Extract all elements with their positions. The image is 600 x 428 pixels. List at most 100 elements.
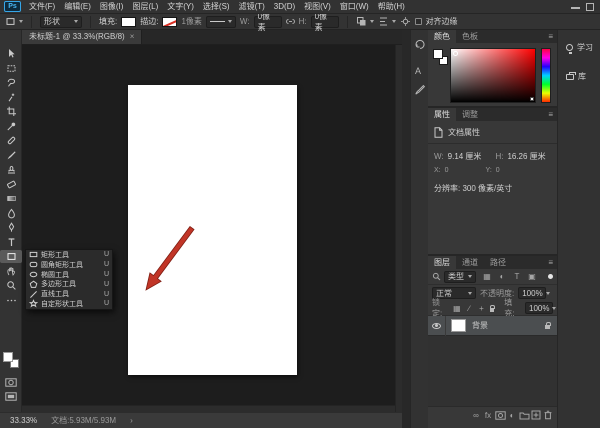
lock-transparency-icon[interactable]: ▦ [453,302,461,314]
layer-name[interactable]: 背景 [472,320,488,331]
tool-brush[interactable] [0,149,22,162]
tool-mode-select[interactable]: 形状 [40,16,82,28]
filter-type-select[interactable]: 类型 [444,271,476,283]
tool-marquee[interactable] [0,62,22,75]
menu-3d[interactable]: 3D(D) [273,2,296,11]
photoshop-logo-icon[interactable]: Ps [4,1,21,12]
shape-height-input[interactable]: 0像素 [311,16,339,28]
restore-window-icon[interactable] [586,3,594,11]
tab-layers[interactable]: 图层 [428,256,456,269]
path-operations-button[interactable] [356,16,374,27]
tool-hand[interactable] [0,265,22,278]
tool-type[interactable] [0,236,22,249]
color-swatch-widget[interactable] [3,352,21,370]
adjustment-layer-icon[interactable]: ◐ [506,409,518,421]
link-dimensions-icon[interactable] [286,17,295,26]
tab-paths[interactable]: 路径 [484,256,512,269]
tool-preset-picker[interactable] [5,16,23,27]
layer-thumbnail[interactable] [451,319,466,332]
tool-quick-selection[interactable] [0,91,22,104]
doc-width-value[interactable]: 9.14 厘米 [448,151,482,162]
close-icon[interactable]: × [130,32,135,41]
layer-row-background[interactable]: 背景 [428,316,557,336]
brushes-panel-icon[interactable] [414,84,426,96]
fill-input[interactable]: 100% [525,302,553,314]
saturation-brightness-field[interactable] [450,48,536,103]
tool-pen[interactable] [0,221,22,234]
zoom-level[interactable]: 33.33% [10,416,37,425]
path-alignment-button[interactable] [378,16,396,27]
filter-adjustment-layers-icon[interactable]: ◐ [496,271,508,283]
menu-edit[interactable]: 编辑(E) [63,1,92,12]
tool-zoom[interactable] [0,279,22,292]
minimize-window-icon[interactable] [571,7,580,9]
menu-view[interactable]: 视图(V) [303,1,332,12]
learn-panel-button[interactable]: 学习 [558,30,600,53]
menu-image[interactable]: 图像(I) [99,1,125,12]
fill-color-swatch[interactable] [121,17,136,27]
vertical-scrollbar[interactable] [395,45,402,412]
tool-edit-toolbar[interactable] [0,294,22,307]
tab-channels[interactable]: 通道 [456,256,484,269]
tab-properties[interactable]: 属性 [428,108,456,121]
screen-mode-button[interactable] [5,392,17,401]
tool-move[interactable] [0,47,22,60]
stroke-color-swatch[interactable] [162,17,177,27]
tool-shape-active[interactable] [0,250,22,263]
menu-file[interactable]: 文件(F) [28,1,56,12]
horizontal-scrollbar[interactable] [22,405,395,412]
flyout-item-custom-shape-tool[interactable]: 自定形状工具 U [26,299,112,309]
lock-all-icon[interactable] [490,308,495,312]
tool-clone-stamp[interactable] [0,163,22,176]
tool-eyedropper[interactable] [0,120,22,133]
filter-type-layers-icon[interactable]: T [511,271,523,283]
tab-swatches[interactable]: 色板 [456,30,484,43]
tool-gradient[interactable] [0,192,22,205]
flyout-item-polygon-tool[interactable]: 多边形工具 U [26,279,112,289]
panel-menu-icon[interactable]: ≡ [544,30,557,43]
panel-menu-icon[interactable]: ≡ [544,256,557,269]
lock-position-icon[interactable]: + [477,302,485,314]
opacity-input[interactable]: 100% [518,287,546,299]
visibility-toggle[interactable] [428,316,446,336]
lock-pixels-icon[interactable]: ∕ [465,302,473,314]
stroke-width-value[interactable]: 1像素 [181,16,201,27]
filter-pixel-layers-icon[interactable]: ▦ [481,271,493,283]
path-arrangement-button[interactable] [400,16,411,27]
add-layer-mask-icon[interactable] [494,409,506,421]
menu-select[interactable]: 选择(S) [202,1,231,12]
filter-toggle-icon[interactable] [548,274,553,279]
delete-layer-icon[interactable] [542,409,554,421]
doc-height-value[interactable]: 16.26 厘米 [507,151,545,162]
tool-blur[interactable] [0,207,22,220]
tab-adjustments[interactable]: 调整 [456,108,484,121]
tool-lasso[interactable] [0,76,22,89]
foreground-color-swatch[interactable] [3,352,13,362]
tool-spot-healing[interactable] [0,134,22,147]
align-edges-checkbox[interactable] [415,18,422,25]
stroke-style-select[interactable] [206,16,236,28]
flyout-item-ellipse-tool[interactable]: 椭圆工具 U [26,270,112,280]
status-chevron-icon[interactable]: › [130,416,133,425]
menu-type[interactable]: 文字(Y) [166,1,195,12]
new-layer-icon[interactable] [530,409,542,421]
tool-crop[interactable] [0,105,22,118]
document-tab[interactable]: 未标题-1 @ 33.3%(RGB/8) × [22,29,142,44]
hue-slider[interactable] [541,48,551,103]
tab-color[interactable]: 颜色 [428,30,456,43]
link-layers-icon[interactable]: ∞ [470,409,482,421]
new-group-icon[interactable] [518,409,530,421]
quick-mask-button[interactable] [5,378,17,387]
layer-effects-icon[interactable]: fx [482,409,494,421]
menu-filter[interactable]: 滤镜(T) [238,1,266,12]
panel-menu-icon[interactable]: ≡ [544,108,557,121]
flyout-item-rectangle-tool[interactable]: 矩形工具 U [26,250,112,260]
flyout-item-line-tool[interactable]: 直线工具 U [26,289,112,299]
glyphs-panel-icon[interactable]: A [415,66,421,76]
color-picker-marker[interactable] [453,51,458,56]
shape-width-input[interactable]: 0像素 [254,16,282,28]
libraries-panel-button[interactable]: 库 [558,53,600,82]
flyout-item-rounded-rectangle-tool[interactable]: 圆角矩形工具 U [26,260,112,270]
history-panel-icon[interactable] [414,38,426,50]
menu-window[interactable]: 窗口(W) [339,1,370,12]
